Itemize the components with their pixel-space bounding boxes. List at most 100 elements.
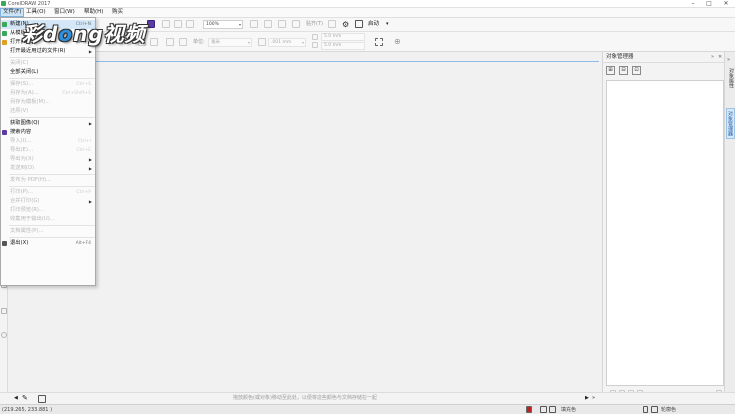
file-menu-item[interactable]: 打开最近用过的文件(R) ▶	[1, 47, 95, 56]
file-menu-item: 合并打印(G) ▶	[1, 197, 95, 206]
layer-manager-view-icon[interactable]: ⊟	[619, 66, 628, 75]
side-tabs-expand-icon[interactable]: »	[727, 56, 730, 65]
menu-item-label: 打印预览(R)...	[10, 207, 45, 213]
watermark-text-c: ng	[73, 22, 104, 46]
file-menu-item: 导出(E)... Ctrl+E	[1, 146, 95, 155]
no-fill-swatch-icon[interactable]	[540, 406, 547, 413]
duplicate-x-icon	[312, 34, 318, 40]
duplicate-distance-x-input[interactable]: 5.0 mm	[321, 33, 365, 41]
close-docker-icon[interactable]: ✕	[718, 52, 722, 63]
add-tool-icon[interactable]	[1, 332, 7, 338]
close-button[interactable]: ✕	[720, 0, 732, 8]
maximize-button[interactable]: □	[703, 0, 715, 8]
file-menu-item[interactable]: 退出(X) Alt+F4	[1, 239, 95, 248]
file-menu-item: 发布为 PDF(H)...	[1, 176, 95, 185]
current-page-icon[interactable]	[179, 38, 187, 46]
export-icon[interactable]	[174, 20, 182, 28]
edit-across-layers-icon[interactable]: ⊡	[632, 66, 641, 75]
no-color-swatch-icon[interactable]	[38, 395, 46, 403]
launch-chevron-icon[interactable]: ▾	[386, 20, 389, 29]
menu-item-label: 打印(P)...	[10, 189, 33, 195]
duplicate-y-icon	[312, 42, 318, 48]
drawing-canvas[interactable]	[8, 62, 600, 392]
collapse-docker-icon[interactable]: »	[711, 52, 714, 63]
units-label: 单位:	[193, 39, 205, 45]
nudge-value: .001 mm	[271, 40, 292, 45]
units-select[interactable]: 毫米 ▾	[208, 38, 252, 47]
zoom-level-select[interactable]: 100% ▾	[203, 20, 243, 29]
chevron-down-icon: ▾	[247, 40, 250, 45]
options-gear-icon[interactable]: ⚙	[342, 20, 349, 29]
menu-item-label: 获取图像(Q)	[10, 120, 40, 126]
window-title: CorelDRAW 2017	[8, 1, 51, 7]
file-menu-item: 导入(I)... Ctrl+I	[1, 137, 95, 146]
no-outline-swatch-icon[interactable]	[651, 406, 658, 413]
fill-icon[interactable]	[526, 406, 532, 413]
palette-scroll-left-icon[interactable]: ◀	[14, 394, 18, 403]
add-preset-icon[interactable]: ⊕	[394, 37, 401, 46]
search-content-icon	[2, 130, 7, 135]
fill-color-label: 填充色	[561, 407, 577, 413]
eyedropper-icon[interactable]: ✎	[22, 394, 28, 403]
grid-icon[interactable]	[278, 20, 286, 28]
menu-item-label: 发送到(D)	[10, 165, 35, 171]
menu-item-label: 退出(X)	[10, 240, 29, 246]
file-menu-item[interactable]: 搜索内容	[1, 128, 95, 137]
menu-help[interactable]: 帮助(H)	[82, 8, 105, 17]
application-launcher-icon[interactable]	[355, 20, 363, 28]
duplicate-distance-y-input[interactable]: 5.0 mm	[321, 42, 365, 50]
landscape-icon[interactable]	[150, 38, 158, 46]
layer-options-icon[interactable]: ⊞	[606, 66, 615, 75]
file-menu-item: 保存(S)... Ctrl+S	[1, 80, 95, 89]
palette-scroll-right-icon[interactable]: ▶	[585, 394, 589, 403]
menu-separator	[9, 78, 95, 79]
file-menu-item[interactable]: 全部关闭(L)	[1, 68, 95, 77]
palette-expand-icon[interactable]: »	[592, 394, 595, 403]
menu-item-label: 搜索内容	[10, 129, 32, 135]
duplicate-y-value: 5.0 mm	[324, 43, 342, 48]
watermark-dot: o	[58, 22, 74, 46]
new-document-icon	[2, 22, 7, 27]
text-tool-icon[interactable]	[1, 308, 7, 314]
menu-tools[interactable]: 工具(O)	[24, 8, 48, 17]
status-bar: (219.265, 233.881 ) 填充色 轮廓色	[0, 404, 735, 414]
import-icon[interactable]	[162, 20, 170, 28]
outline-pen-icon[interactable]	[643, 406, 648, 413]
full-screen-icon[interactable]	[250, 20, 258, 28]
menu-item-label: 合并打印(G)	[10, 198, 40, 204]
publish-pdf-icon[interactable]	[186, 20, 194, 28]
object-tree-panel[interactable]	[606, 80, 724, 386]
menu-item-label: 全部关闭(L)	[10, 69, 39, 75]
menu-item-label: 另存为(A)...	[10, 90, 39, 96]
launch-dropdown[interactable]: 启动	[368, 20, 379, 29]
title-bar: CorelDRAW 2017 – □ ✕	[0, 0, 735, 8]
file-menu-item: 还原(V)	[1, 107, 95, 116]
rulers-icon[interactable]	[264, 20, 272, 28]
tab-object-properties[interactable]: 对象属性	[726, 66, 735, 90]
menu-item-shortcut: Ctrl+E	[76, 148, 91, 153]
document-tab-line	[96, 61, 599, 62]
snap-to-dropdown[interactable]: 贴齐(T)	[306, 20, 323, 28]
all-pages-icon[interactable]	[166, 38, 174, 46]
file-menu-item[interactable]: 获取图像(Q) ▶	[1, 119, 95, 128]
color-styles-icon[interactable]	[147, 20, 155, 28]
menu-file[interactable]: 文件(F)	[0, 8, 25, 17]
watermark-text-a: 彩	[22, 22, 43, 46]
nudge-distance-input[interactable]: .001 mm ▾	[268, 38, 306, 47]
tab-object-manager[interactable]: 对象管理器	[726, 108, 735, 139]
treat-as-filled-icon[interactable]	[375, 38, 383, 46]
file-menu-item: 发送到(D) ▶	[1, 164, 95, 173]
menu-window[interactable]: 窗口(W)	[52, 8, 77, 17]
coreldraw-app-icon	[1, 1, 6, 6]
snap-toggle-icon[interactable]	[328, 20, 336, 28]
docker-title: 对象管理器	[606, 54, 634, 60]
menu-item-label: 收集用于输出(U)...	[10, 216, 55, 222]
minimize-button[interactable]: –	[687, 0, 699, 8]
file-menu-item: 打印(P)... Ctrl+P	[1, 188, 95, 197]
guidelines-icon[interactable]	[292, 20, 300, 28]
spinner-icon: ▾	[301, 40, 304, 45]
no-fill-x-icon	[549, 406, 556, 413]
document-palette-bar: ◀ ✎ 拖放颜色(或对象)移动至此处，以便将这些颜色与文档存储在一起 ▶ »	[0, 392, 735, 404]
file-menu-item: 打印预览(R)...	[1, 206, 95, 215]
menu-buy[interactable]: 购买	[110, 8, 125, 17]
